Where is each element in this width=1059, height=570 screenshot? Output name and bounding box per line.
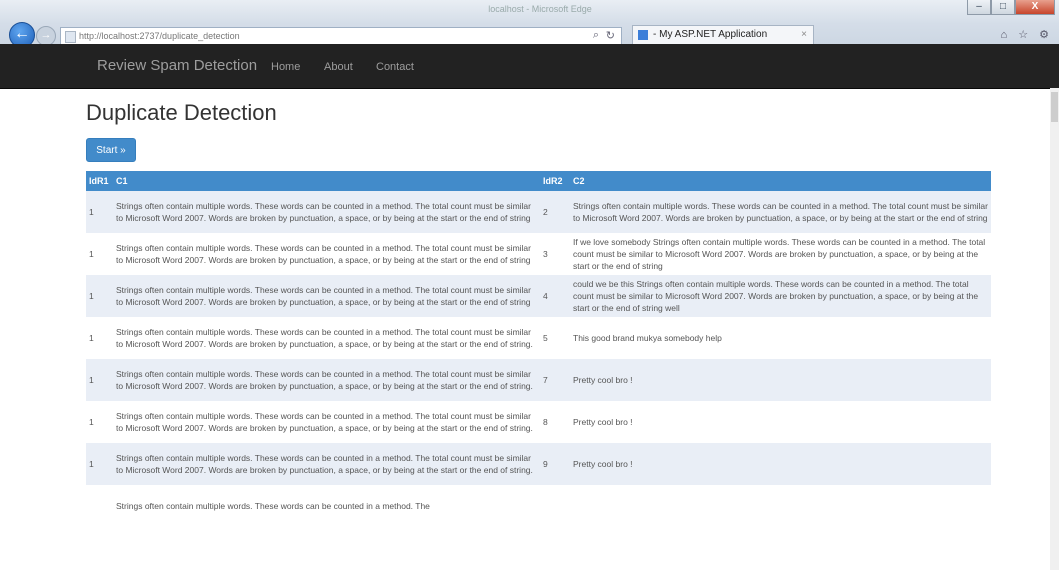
cell-idr1: 1: [86, 233, 113, 275]
tab-title[interactable]: - My ASP.NET Application: [653, 26, 767, 44]
browser-toolbar-icons[interactable]: ⌂ ☆ ⚙: [1001, 28, 1053, 41]
favicon-icon: [638, 30, 648, 40]
table-row: 1 Strings often contain multiple words. …: [86, 401, 991, 443]
cell-idr1: 1: [86, 317, 113, 359]
cell-c2: This good brand mukya somebody help: [570, 317, 991, 359]
scrollbar-thumb[interactable]: [1051, 92, 1058, 122]
url-text[interactable]: http://localhost:2737/duplicate_detectio…: [79, 31, 240, 41]
cell-c1: Strings often contain multiple words. Th…: [113, 275, 540, 317]
browser-tab[interactable]: - My ASP.NET Application ×: [632, 25, 814, 45]
cell-idr1: [86, 485, 113, 527]
cell-c2: could we be this Strings often contain m…: [570, 275, 991, 317]
brand-link[interactable]: Review Spam Detection: [97, 57, 257, 74]
search-icon[interactable]: ⌕: [593, 29, 599, 42]
page-icon: [65, 31, 76, 43]
header-c2: C2: [570, 171, 991, 191]
cell-idr2: 5: [540, 317, 570, 359]
cell-c2: [570, 485, 991, 527]
refresh-icon[interactable]: ↻: [606, 29, 615, 42]
cell-idr2: 8: [540, 401, 570, 443]
duplicate-results-table: IdR1 C1 IdR2 C2 1 Strings often contain …: [86, 171, 991, 527]
maximize-button[interactable]: □: [991, 0, 1015, 15]
tab-close-icon[interactable]: ×: [801, 26, 807, 44]
nav-contact-link[interactable]: Contact: [376, 61, 414, 73]
cell-c2: Strings often contain multiple words. Th…: [570, 191, 991, 233]
cell-idr2: 3: [540, 233, 570, 275]
browser-chrome: localhost - Microsoft Edge – □ X ← → htt…: [0, 0, 1059, 48]
cell-idr2: [540, 485, 570, 527]
cell-idr1: 1: [86, 359, 113, 401]
cell-c1: Strings often contain multiple words. Th…: [113, 401, 540, 443]
cell-idr1: 1: [86, 275, 113, 317]
table-row: 1 Strings often contain multiple words. …: [86, 275, 991, 317]
cell-c2: Pretty cool bro !: [570, 401, 991, 443]
table-row: Strings often contain multiple words. Th…: [86, 485, 991, 527]
cell-idr2: 9: [540, 443, 570, 485]
table-row: 1 Strings often contain multiple words. …: [86, 233, 991, 275]
header-c1: C1: [113, 171, 540, 191]
table-row: 1 Strings often contain multiple words. …: [86, 443, 991, 485]
header-idr1: IdR1: [86, 171, 113, 191]
page-scrollbar[interactable]: [1050, 88, 1059, 570]
cell-idr1: 1: [86, 401, 113, 443]
cell-c1: Strings often contain multiple words. Th…: [113, 359, 540, 401]
site-navbar: Review Spam Detection Home About Contact: [0, 44, 1059, 89]
table-row: 1 Strings often contain multiple words. …: [86, 317, 991, 359]
cell-c1: Strings often contain multiple words. Th…: [113, 443, 540, 485]
cell-c1: Strings often contain multiple words. Th…: [113, 191, 540, 233]
table-header-row: IdR1 C1 IdR2 C2: [86, 171, 991, 191]
forward-arrow-icon[interactable]: →: [36, 26, 56, 46]
window-title: localhost - Microsoft Edge: [488, 4, 592, 14]
cell-c1: Strings often contain multiple words. Th…: [113, 485, 540, 527]
cell-idr2: 4: [540, 275, 570, 317]
cell-c1: Strings often contain multiple words. Th…: [113, 233, 540, 275]
window-controls: – □ X: [967, 0, 1055, 18]
cell-c2: Pretty cool bro !: [570, 443, 991, 485]
header-idr2: IdR2: [540, 171, 570, 191]
cell-idr2: 2: [540, 191, 570, 233]
cell-c2: Pretty cool bro !: [570, 359, 991, 401]
cell-idr2: 7: [540, 359, 570, 401]
close-window-button[interactable]: X: [1015, 0, 1055, 15]
table-row: 1 Strings often contain multiple words. …: [86, 359, 991, 401]
cell-c2: If we love somebody Strings often contai…: [570, 233, 991, 275]
nav-about-link[interactable]: About: [324, 61, 353, 73]
start-button[interactable]: Start »: [86, 138, 136, 162]
nav-home-link[interactable]: Home: [271, 61, 300, 73]
cell-c1: Strings often contain multiple words. Th…: [113, 317, 540, 359]
cell-idr1: 1: [86, 191, 113, 233]
cell-idr1: 1: [86, 443, 113, 485]
page-title: Duplicate Detection: [86, 100, 277, 125]
minimize-button[interactable]: –: [967, 0, 991, 15]
table-row: 1 Strings often contain multiple words. …: [86, 191, 991, 233]
